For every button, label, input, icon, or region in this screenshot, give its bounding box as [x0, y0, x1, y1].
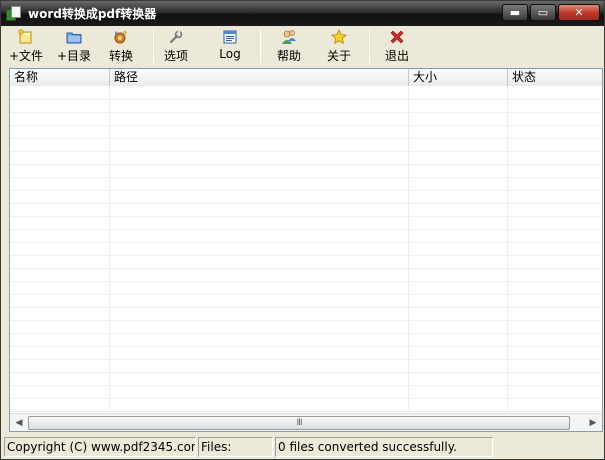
add-folder-button[interactable]: +目录	[57, 26, 91, 66]
wrench-icon	[167, 29, 185, 45]
window-title: word转换成pdf转换器	[28, 7, 157, 21]
new-file-icon	[17, 29, 35, 45]
convert-label: 转换	[108, 49, 133, 63]
convert-button[interactable]: 转换	[107, 26, 135, 66]
scroll-right-arrow-icon[interactable]: ▶	[585, 415, 601, 431]
minimize-button[interactable]: ▬	[502, 4, 528, 21]
column-header-status[interactable]: 状态	[508, 69, 602, 86]
maximize-button[interactable]: ▭	[530, 4, 556, 21]
toolbar: +文件 +目录 转换 选项 Log 帮助 关于 退出	[1, 26, 604, 68]
toolbar-separator	[260, 29, 261, 63]
status-bar: Copyright (C) www.pdf2345.com Files: 0 f…	[1, 435, 604, 459]
close-button[interactable]: ✕	[558, 4, 600, 21]
status-message: 0 files converted successfully.	[275, 437, 493, 457]
file-list[interactable]: 名称 路径 大小 状态 ◀ III ▶	[9, 68, 603, 432]
add-folder-label: +目录	[56, 49, 92, 63]
title-bar[interactable]: word转换成pdf转换器 ▬ ▭ ✕	[1, 1, 604, 26]
scrollbar-thumb[interactable]: III	[28, 416, 570, 430]
log-label: Log	[219, 47, 241, 61]
status-files-label: Files:	[198, 437, 273, 457]
column-header-path[interactable]: 路径	[110, 69, 409, 86]
log-button[interactable]: Log	[218, 26, 242, 66]
column-header-size[interactable]: 大小	[409, 69, 508, 86]
options-button[interactable]: 选项	[162, 26, 190, 66]
grid-line	[109, 87, 110, 412]
options-label: 选项	[163, 49, 188, 63]
list-body[interactable]	[10, 87, 602, 412]
grid-line	[507, 87, 508, 412]
star-icon	[330, 29, 348, 45]
help-users-icon	[280, 29, 298, 45]
scroll-left-arrow-icon[interactable]: ◀	[11, 415, 27, 431]
log-icon	[221, 29, 239, 45]
status-copyright: Copyright (C) www.pdf2345.com	[4, 437, 196, 457]
exit-button[interactable]: 退出	[382, 26, 412, 66]
about-button[interactable]: 关于	[325, 26, 353, 66]
folder-icon	[65, 29, 83, 45]
help-label: 帮助	[276, 49, 301, 63]
toolbar-separator	[369, 29, 370, 63]
convert-icon	[112, 29, 130, 45]
column-header-name[interactable]: 名称	[10, 69, 110, 86]
about-label: 关于	[326, 49, 351, 63]
app-icon[interactable]	[6, 5, 22, 22]
grid-line	[408, 87, 409, 412]
add-file-label: +文件	[8, 49, 44, 63]
exit-label: 退出	[384, 49, 409, 63]
toolbar-separator	[153, 29, 154, 63]
horizontal-scrollbar[interactable]: ◀ III ▶	[10, 413, 602, 431]
app-window: word转换成pdf转换器 ▬ ▭ ✕ +文件 +目录 转换 选项 Log 帮助…	[0, 0, 605, 460]
add-file-button[interactable]: +文件	[9, 26, 43, 66]
list-header: 名称 路径 大小 状态	[10, 69, 602, 86]
help-button[interactable]: 帮助	[275, 26, 303, 66]
exit-x-icon	[388, 29, 406, 45]
